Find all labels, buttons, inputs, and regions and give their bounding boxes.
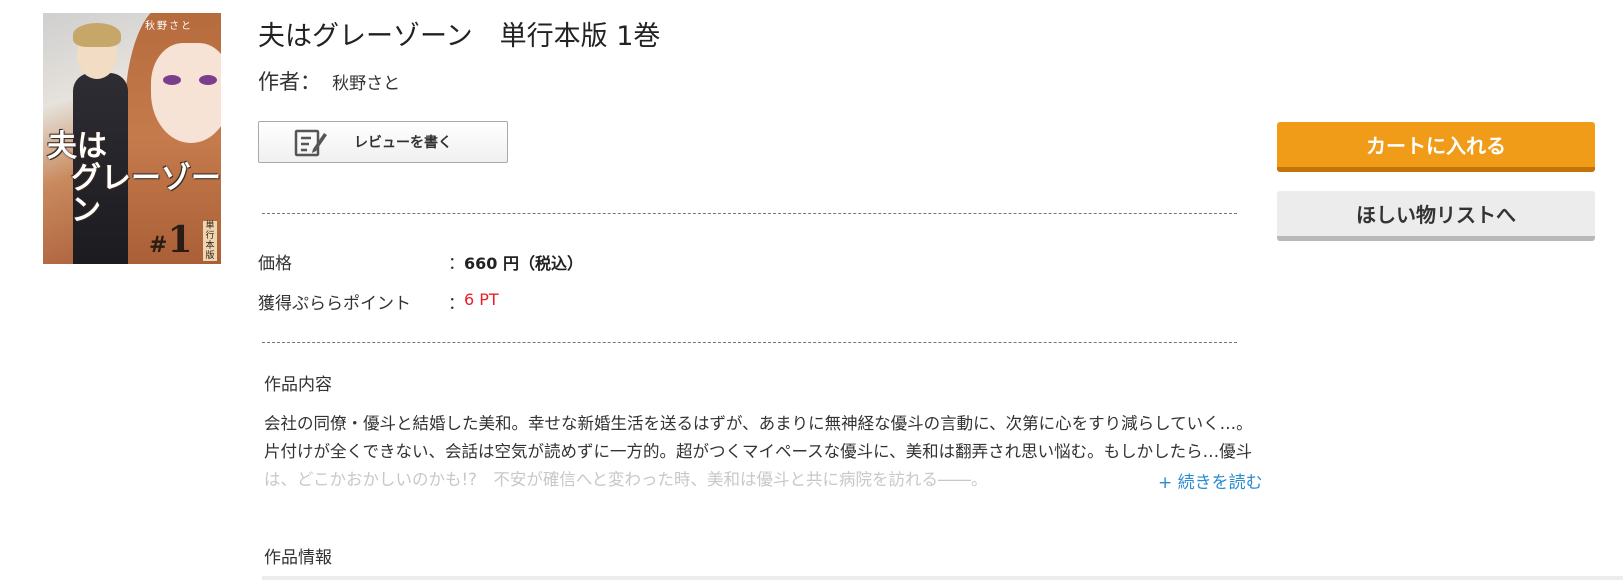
price-colon: ： — [448, 254, 465, 274]
book-cover[interactable]: 秋野さと 夫は グレーゾーン #1 単行本版 — [43, 13, 221, 264]
points-colon: ： — [448, 294, 465, 314]
description-line: 会社の同僚・優斗と結婚した美和。幸せな新婚生活を送るはずが、あまりに無神経な優斗… — [264, 414, 1253, 433]
divider — [262, 342, 1237, 343]
add-to-cart-button[interactable]: カートに入れる — [1277, 122, 1595, 172]
price-value: 660 円（税込） — [464, 254, 583, 273]
write-review-button[interactable]: レビューを書く — [258, 121, 508, 163]
points-value: 6 PT — [464, 290, 499, 309]
author-row: 作者： 秋野さと — [258, 66, 400, 96]
price-label: 価格 — [258, 254, 292, 274]
description-line: は、どこかおかしいのかも!? 不安が確信へと変わった時、美和は優斗と共に病院を訪… — [264, 470, 988, 489]
write-review-label: レビューを書く — [354, 135, 452, 151]
cover-title: 夫は グレーゾーン — [47, 129, 221, 228]
author-name[interactable]: 秋野さと — [332, 74, 400, 94]
info-table-header — [262, 576, 1623, 580]
points-label: 獲得ぷららポイント — [258, 294, 411, 314]
add-to-wishlist-button[interactable]: ほしい物リストへ — [1277, 191, 1595, 241]
author-label: 作者： — [258, 70, 321, 94]
read-more-link[interactable]: + 続きを読む — [1158, 468, 1263, 493]
divider — [262, 213, 1237, 214]
edit-note-icon — [294, 127, 328, 157]
info-section-title: 作品情報 — [264, 548, 332, 568]
product-title: 夫はグレーゾーン 単行本版 1巻 — [258, 21, 661, 52]
description-line: 片付けが全くできない、会話は空気が読めずに一方的。超がつくマイペースな優斗に、美… — [264, 442, 1253, 461]
cover-author: 秋野さと — [145, 21, 193, 32]
cover-tag: 単行本版 — [203, 221, 217, 261]
description-text: 会社の同僚・優斗と結婚した美和。幸せな新婚生活を送るはずが、あまりに無神経な優斗… — [264, 410, 1264, 494]
cover-volume: #1 — [149, 219, 193, 261]
description-section-title: 作品内容 — [264, 375, 332, 395]
